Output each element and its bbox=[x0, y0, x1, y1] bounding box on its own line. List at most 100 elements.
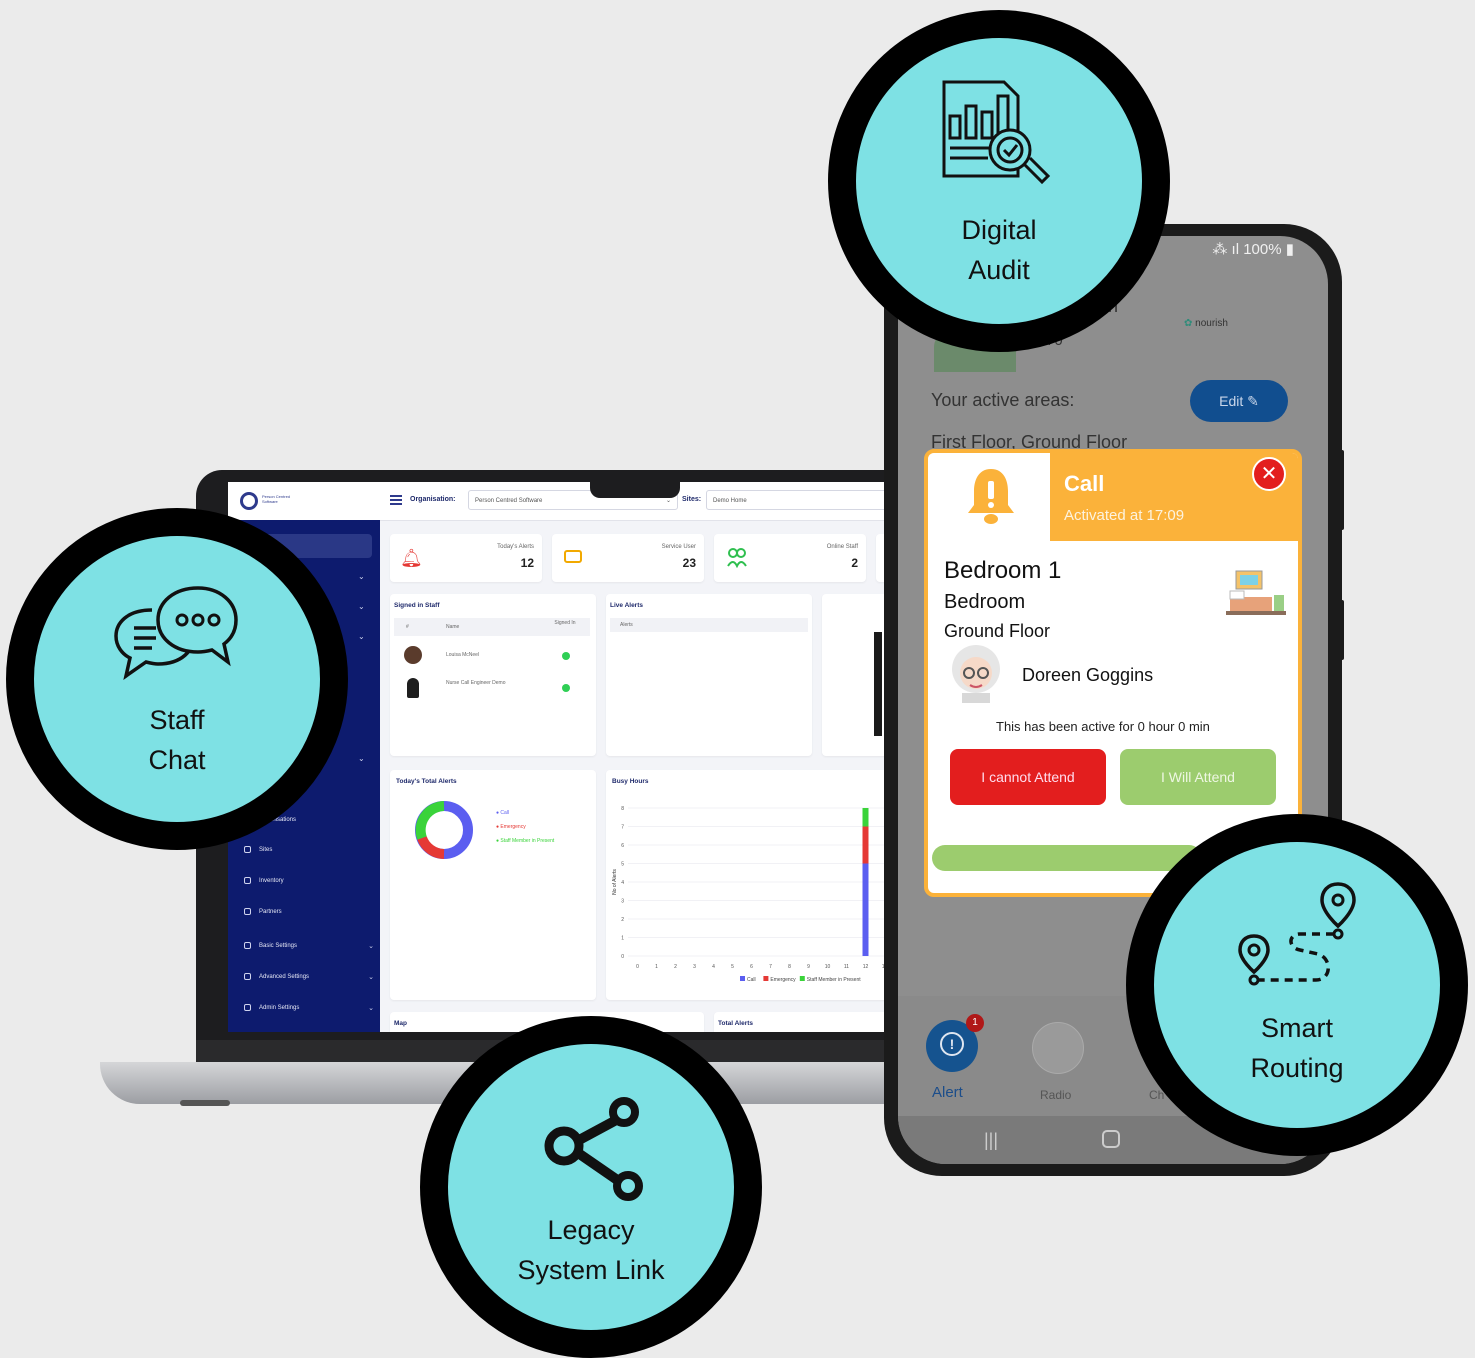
active-duration: This has been active for 0 hour 0 min bbox=[996, 719, 1210, 734]
alert-icon: ! bbox=[940, 1032, 964, 1056]
sidebar-item-basic-settings[interactable]: Basic Settings ⌄ bbox=[244, 942, 374, 956]
chevron-down-icon[interactable]: ⌄ bbox=[358, 754, 365, 763]
sidebar-item-label: Partners bbox=[259, 909, 282, 916]
signal-icon: ⁂ ıl bbox=[1212, 241, 1244, 258]
organisation-value: Person Centred Software bbox=[475, 498, 543, 504]
y-tick-label: 1 bbox=[621, 936, 624, 942]
feature-label: Legacy System Link bbox=[517, 1215, 665, 1285]
stat-value: 2 bbox=[851, 556, 858, 570]
x-tick-label: 3 bbox=[693, 964, 696, 970]
x-tick-label: 4 bbox=[712, 964, 715, 970]
sidebar-item-inventory[interactable]: Inventory bbox=[244, 877, 374, 891]
panel-title: Signed in Staff bbox=[394, 602, 440, 609]
feature-label: Staff Chat bbox=[148, 705, 206, 775]
laptop-foot bbox=[180, 1100, 230, 1106]
hamburger-menu-icon[interactable] bbox=[390, 495, 402, 505]
legend-item: ● Emergency bbox=[496, 824, 526, 830]
stat-value: 23 bbox=[682, 556, 696, 570]
stat-card-alerts[interactable]: 🔔︎ Today's Alerts 12 bbox=[390, 534, 542, 582]
recent-apps-icon[interactable]: ||| bbox=[984, 1130, 998, 1151]
panel-title: Busy Hours bbox=[612, 778, 649, 785]
table-row[interactable]: Louisa McNeel bbox=[394, 644, 590, 668]
sites-label: Sites: bbox=[682, 496, 702, 503]
alert-activated-time: Activated at 17:09 bbox=[1064, 507, 1185, 524]
battery-icon: ▮ bbox=[1281, 241, 1294, 258]
panel-title: Map bbox=[394, 1020, 407, 1027]
battery-level: 100% bbox=[1243, 241, 1282, 258]
x-tick-label: 6 bbox=[750, 964, 753, 970]
x-tick-label: 12 bbox=[863, 964, 869, 970]
top-bar: Person Centred Software Organisation: Pe… bbox=[228, 482, 928, 521]
live-alerts-panel: Live Alerts Alerts bbox=[606, 594, 812, 756]
stat-label: Service User bbox=[661, 544, 696, 550]
will-attend-button[interactable]: I Will Attend bbox=[1120, 749, 1276, 805]
y-tick-label: 0 bbox=[621, 954, 624, 960]
legend-item: ● Call bbox=[496, 810, 510, 816]
signed-in-staff-panel: Signed in Staff # Name Signed In Louisa … bbox=[390, 594, 596, 756]
legend-swatch bbox=[763, 976, 769, 981]
chevron-down-icon: ⌄ bbox=[368, 1005, 374, 1012]
x-tick-label: 8 bbox=[788, 964, 791, 970]
organisation-label: Organisation: bbox=[410, 496, 456, 503]
table-header: # Name Signed In bbox=[394, 618, 590, 636]
donut-segment-emergency bbox=[417, 836, 445, 859]
close-icon[interactable]: ✕ bbox=[1252, 457, 1286, 491]
y-tick-label: 8 bbox=[621, 806, 624, 812]
sites-value: Demo Home bbox=[713, 498, 747, 504]
sidebar-item-label: Basic Settings bbox=[259, 943, 298, 950]
panel-title: Live Alerts bbox=[610, 602, 643, 609]
room-name: Bedroom 1 bbox=[944, 557, 1062, 584]
donut-chart bbox=[412, 798, 476, 867]
chevron-down-icon[interactable]: ⌄ bbox=[358, 602, 365, 611]
chevron-down-icon[interactable]: ⌄ bbox=[358, 572, 365, 581]
sidebar-item-label: Inventory bbox=[259, 878, 284, 885]
edit-button[interactable]: Edit ✎ bbox=[1190, 380, 1288, 422]
nav-alert-label: Alert bbox=[932, 1084, 963, 1101]
feature-label: Digital Audit bbox=[961, 215, 1037, 285]
column-header-signed: Signed In bbox=[554, 620, 576, 626]
table-row[interactable]: Nurse Call Engineer Demo bbox=[394, 674, 590, 702]
x-tick-label: 1 bbox=[655, 964, 658, 970]
sidebar-item-label: Sites bbox=[259, 847, 273, 854]
cannot-attend-button[interactable]: I cannot Attend bbox=[950, 749, 1106, 805]
resident-name: Doreen Goggins bbox=[1022, 665, 1154, 685]
stat-label: Today's Alerts bbox=[497, 544, 534, 550]
settings-icon bbox=[244, 942, 251, 949]
home-icon[interactable] bbox=[1102, 1130, 1120, 1148]
dashboard-screen: Person Centred Software Organisation: Pe… bbox=[228, 482, 928, 1032]
radio-icon[interactable] bbox=[1032, 1022, 1084, 1074]
todays-total-alerts-panel: Today's Total Alerts ● Call ● Emergency … bbox=[390, 770, 596, 1000]
y-tick-label: 4 bbox=[621, 880, 624, 886]
bar-staff-member-in-present bbox=[862, 808, 869, 827]
sidebar-item-sites[interactable]: Sites bbox=[244, 846, 374, 860]
audit-report-icon bbox=[942, 80, 1051, 185]
sites-icon bbox=[244, 846, 251, 853]
legend-label: Emergency bbox=[770, 977, 796, 983]
legend-swatch bbox=[799, 976, 805, 981]
x-tick-label: 0 bbox=[636, 964, 639, 970]
legend-item: ● Staff Member in Present bbox=[496, 838, 555, 844]
column-header-index: # bbox=[406, 624, 409, 630]
alert-badge: 1 bbox=[966, 1014, 984, 1032]
sidebar-item-admin-settings[interactable]: Admin Settings ⌄ bbox=[244, 1004, 374, 1018]
users-icon bbox=[726, 546, 748, 573]
avatar bbox=[407, 678, 419, 698]
nav-alert-button[interactable]: ! 1 bbox=[926, 1014, 984, 1072]
sidebar-item-advanced-settings[interactable]: Advanced Settings ⌄ bbox=[244, 973, 374, 987]
panel-title: Total Alerts bbox=[718, 1020, 754, 1027]
legend-label: Staff Member in Present bbox=[807, 977, 861, 983]
stat-card-online-staff[interactable]: Online Staff 2 bbox=[714, 534, 866, 582]
stat-card-service-user[interactable]: Service User 23 bbox=[552, 534, 704, 582]
feature-staff-chat: Staff Chat bbox=[6, 508, 348, 850]
x-tick-label: 2 bbox=[674, 964, 677, 970]
brand-name: nourish bbox=[1195, 318, 1228, 329]
logo-text: Person Centred Software bbox=[262, 494, 291, 504]
sidebar-item-partners[interactable]: Partners bbox=[244, 908, 374, 922]
chevron-down-icon[interactable]: ⌄ bbox=[358, 632, 365, 641]
staff-name: Nurse Call Engineer Demo bbox=[446, 680, 506, 686]
room-floor: Ground Floor bbox=[944, 621, 1051, 641]
y-tick-label: 5 bbox=[621, 862, 624, 868]
logo-mark-icon bbox=[240, 492, 258, 510]
alert-icon-box bbox=[928, 453, 1050, 541]
app-logo[interactable]: Person Centred Software bbox=[240, 492, 290, 510]
